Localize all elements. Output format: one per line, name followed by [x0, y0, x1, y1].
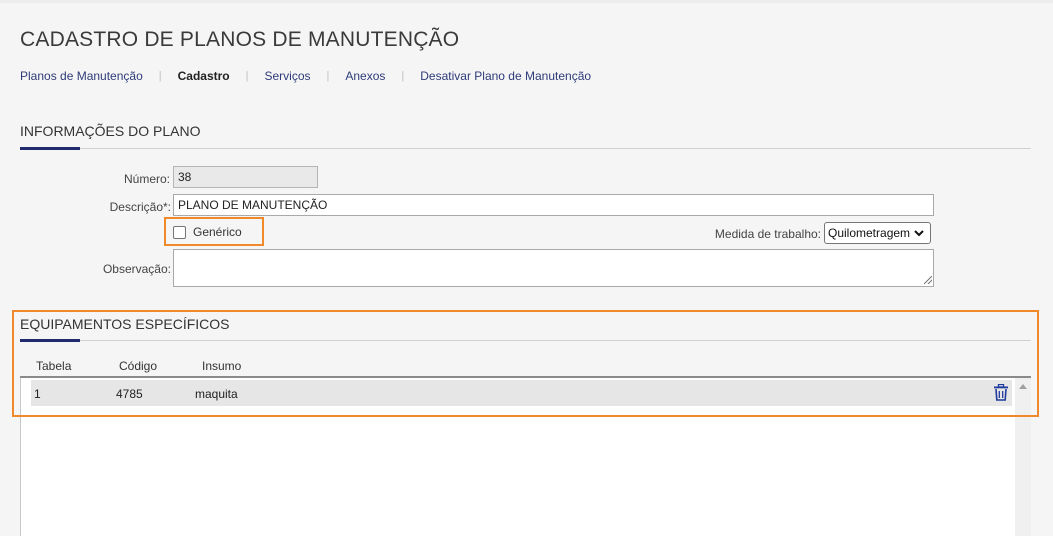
- descricao-field[interactable]: [173, 194, 934, 216]
- medida-label: Medida de trabalho:: [714, 227, 821, 241]
- medida-selected-value: Quilometragem: [828, 226, 911, 240]
- nav-cadastro[interactable]: Cadastro: [178, 69, 230, 83]
- nav-planos-de-manutencao[interactable]: Planos de Manutenção: [20, 69, 143, 83]
- numero-field[interactable]: [173, 166, 318, 188]
- observacao-field[interactable]: [173, 249, 934, 287]
- nav-separator: |: [401, 70, 405, 82]
- observacao-label: Observação:: [102, 262, 171, 276]
- grid-scrollbar[interactable]: [1015, 378, 1031, 536]
- plan-info-section-title: INFORMAÇÕES DO PLANO: [20, 123, 201, 139]
- medida-select[interactable]: Quilometragem: [824, 222, 931, 244]
- nav-desativar-plano[interactable]: Desativar Plano de Manutenção: [420, 69, 591, 83]
- equip-section-header: EQUIPAMENTOS ESPECÍFICOS: [20, 316, 1031, 342]
- numero-label: Número:: [123, 172, 170, 186]
- generico-checkbox[interactable]: [173, 225, 186, 239]
- nav-anexos[interactable]: Anexos: [345, 69, 385, 83]
- nav-separator: |: [326, 70, 330, 82]
- section-accent-bar: [20, 147, 80, 150]
- chevron-down-icon: [914, 230, 924, 237]
- equip-section-title: EQUIPAMENTOS ESPECÍFICOS: [20, 316, 230, 332]
- table-row[interactable]: [31, 380, 1012, 406]
- breadcrumb-nav: Planos de Manutenção | Cadastro | Serviç…: [20, 69, 591, 83]
- generico-label: Genérico: [193, 225, 242, 239]
- plan-info-section-header: INFORMAÇÕES DO PLANO: [20, 123, 1031, 150]
- section-accent-bar: [20, 339, 80, 342]
- trash-icon[interactable]: [993, 384, 1009, 401]
- column-header-insumo[interactable]: Insumo: [202, 359, 241, 373]
- nav-servicos[interactable]: Serviços: [265, 69, 311, 83]
- nav-separator: |: [245, 70, 249, 82]
- textarea-resize-handle[interactable]: [924, 276, 932, 284]
- column-header-codigo[interactable]: Código: [119, 359, 157, 373]
- page-title: CADASTRO DE PLANOS DE MANUTENÇÃO: [20, 28, 460, 51]
- scroll-up-arrow-icon[interactable]: [1018, 382, 1028, 390]
- cell-codigo: 4785: [116, 387, 143, 401]
- nav-separator: |: [158, 70, 162, 82]
- top-border: [0, 0, 1053, 3]
- cell-tabela: 1: [34, 387, 41, 401]
- descricao-label: Descrição*:: [109, 200, 171, 214]
- cell-insumo: maquita: [195, 387, 238, 401]
- generico-checkbox-group[interactable]: Genérico: [173, 225, 242, 239]
- column-header-tabela[interactable]: Tabela: [36, 359, 71, 373]
